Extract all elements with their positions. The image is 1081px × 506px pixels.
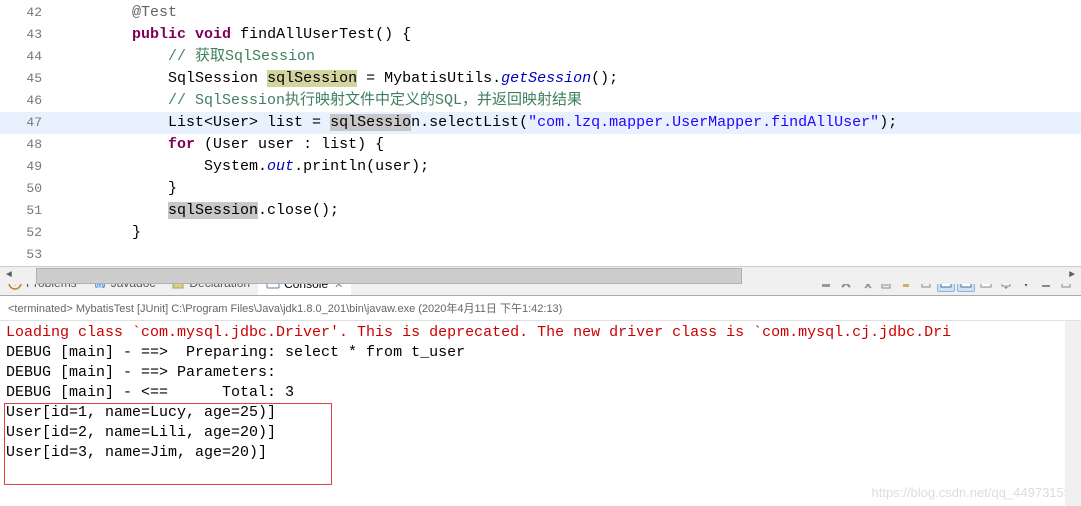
watermark: https://blog.csdn.net/qq_44973159 [872, 485, 1072, 500]
output-highlight-box [4, 403, 332, 485]
scroll-left-icon[interactable]: ◄ [0, 268, 18, 284]
line-number: 52 [0, 222, 60, 244]
scrollbar-thumb[interactable] [36, 268, 742, 284]
line-number: 46 [0, 90, 60, 112]
line-number: 50 [0, 178, 60, 200]
code-content[interactable]: // 获取SqlSession [60, 46, 315, 68]
console-line: DEBUG [main] - ==> Preparing: select * f… [6, 343, 1075, 363]
code-content[interactable]: for (User user : list) { [60, 134, 384, 156]
line-number: 53 [0, 244, 60, 266]
code-line[interactable]: 45 SqlSession sqlSession = MybatisUtils.… [0, 68, 1081, 90]
code-line[interactable]: 51 sqlSession.close(); [0, 200, 1081, 222]
console-line: DEBUG [main] - <== Total: 3 [6, 383, 1075, 403]
line-number: 49 [0, 156, 60, 178]
scroll-right-icon[interactable]: ► [1063, 268, 1081, 284]
line-number: 45 [0, 68, 60, 90]
code-content[interactable]: sqlSession.close(); [60, 200, 339, 222]
code-line[interactable]: 48 for (User user : list) { [0, 134, 1081, 156]
line-number: 44 [0, 46, 60, 68]
code-editor[interactable]: 42 @Test43 public void findAllUserTest()… [0, 0, 1081, 270]
code-content[interactable]: // SqlSession执行映射文件中定义的SQL，并返回映射结果 [60, 90, 582, 112]
line-number: 42 [0, 2, 60, 24]
line-number: 43 [0, 24, 60, 46]
code-content[interactable]: SqlSession sqlSession = MybatisUtils.get… [60, 68, 618, 90]
code-content[interactable]: @Test [60, 2, 177, 24]
code-content[interactable]: List<User> list = sqlSession.selectList(… [60, 112, 897, 134]
line-number: 47 [0, 112, 60, 134]
vertical-scrollbar[interactable] [1065, 321, 1081, 506]
terminated-label: <terminated> MybatisTest [JUnit] C:\Prog… [0, 296, 1081, 321]
code-line[interactable]: 43 public void findAllUserTest() { [0, 24, 1081, 46]
code-line[interactable]: 50 } [0, 178, 1081, 200]
console-line-warning: Loading class `com.mysql.jdbc.Driver'. T… [6, 323, 1075, 343]
code-content[interactable]: } [60, 178, 177, 200]
code-content[interactable]: } [60, 222, 141, 244]
code-line[interactable]: 46 // SqlSession执行映射文件中定义的SQL，并返回映射结果 [0, 90, 1081, 112]
code-line[interactable]: 49 System.out.println(user); [0, 156, 1081, 178]
code-line[interactable]: 47 List<User> list = sqlSession.selectLi… [0, 112, 1081, 134]
console-line: DEBUG [main] - ==> Parameters: [6, 363, 1075, 383]
console-output[interactable]: Loading class `com.mysql.jdbc.Driver'. T… [0, 321, 1081, 506]
code-line[interactable]: 42 @Test [0, 2, 1081, 24]
code-line[interactable]: 52 } [0, 222, 1081, 244]
horizontal-scrollbar[interactable]: ◄ ► [0, 266, 1081, 284]
code-line[interactable]: 44 // 获取SqlSession [0, 46, 1081, 68]
code-content[interactable]: public void findAllUserTest() { [60, 24, 411, 46]
code-content[interactable]: System.out.println(user); [60, 156, 429, 178]
line-number: 51 [0, 200, 60, 222]
code-line[interactable]: 53 [0, 244, 1081, 266]
line-number: 48 [0, 134, 60, 156]
